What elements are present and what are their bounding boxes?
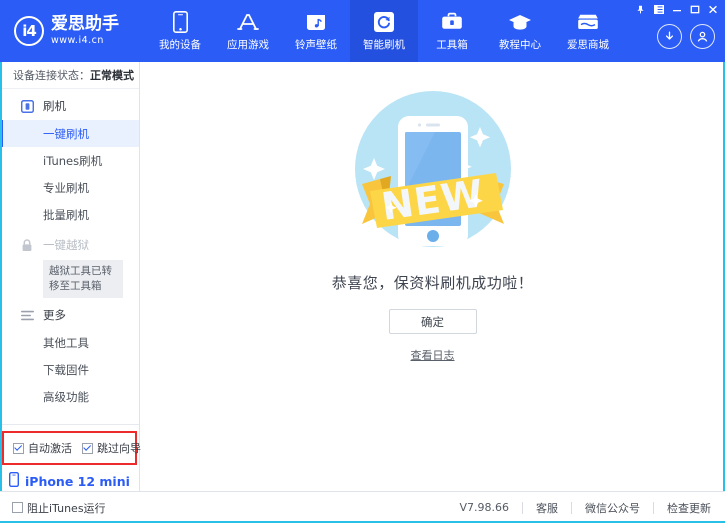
toolbox-icon — [441, 10, 463, 34]
checkbox-box — [82, 443, 93, 454]
checkbox-label: 跳过向导 — [97, 440, 141, 456]
nav-tab-smart-flash[interactable]: 智能刷机 — [350, 0, 418, 62]
check-update-link[interactable]: 检查更新 — [667, 500, 711, 516]
user-circle-icon[interactable] — [690, 24, 715, 49]
checkbox-label: 阻止iTunes运行 — [27, 500, 106, 516]
nav-tab-label: 应用游戏 — [227, 37, 269, 52]
brand-url: www.i4.cn — [51, 36, 119, 46]
sidebar-item-label: 一键刷机 — [43, 126, 89, 142]
sidebar-group-flash: 刷机 — [0, 92, 139, 120]
flash-device-icon — [20, 99, 34, 113]
sidebar-divider — [0, 424, 139, 425]
nav-tab-tutorial-center[interactable]: 教程中心 — [486, 0, 554, 62]
device-name-row: iPhone 12 mini — [9, 472, 139, 491]
app-header: i4 爱思助手 www.i4.cn 我的设备 应用游戏 — [0, 0, 725, 62]
window-controls — [632, 2, 721, 16]
lock-icon — [20, 238, 34, 252]
sidebar-item-label: iTunes刷机 — [43, 153, 102, 169]
nav-tab-my-device[interactable]: 我的设备 — [146, 0, 214, 62]
brand-text: 爱思助手 www.i4.cn — [51, 16, 119, 46]
checkbox-box — [13, 443, 24, 454]
nav-tab-shop[interactable]: 爱思商城 — [554, 0, 622, 62]
status-bar: 阻止iTunes运行 V7.98.66 客服 微信公众号 检查更新 — [0, 491, 725, 523]
connection-status-label: 设备连接状态： — [13, 67, 90, 83]
sidebar-item-label: 批量刷机 — [43, 207, 89, 223]
sidebar-item-download-firmware[interactable]: 下载固件 — [0, 356, 139, 383]
menu-list-icon[interactable] — [650, 2, 667, 16]
divider — [571, 502, 572, 514]
sidebar-item-batch-flash[interactable]: 批量刷机 — [0, 201, 139, 228]
view-log-link[interactable]: 查看日志 — [411, 347, 455, 363]
status-bar-right: V7.98.66 客服 微信公众号 检查更新 — [459, 500, 725, 516]
sidebar-group-label: 更多 — [43, 307, 66, 323]
nav-tab-label: 教程中心 — [499, 37, 541, 52]
sidebar-item-advanced-features[interactable]: 高级功能 — [0, 383, 139, 410]
shop-icon — [576, 10, 600, 34]
nav-tab-label: 铃声壁纸 — [295, 37, 337, 52]
music-box-icon — [306, 10, 326, 34]
status-bar-left: 阻止iTunes运行 — [0, 500, 106, 516]
main-content: NEW 恭喜您，保资料刷机成功啦！ 确定 查看日志 — [140, 62, 725, 491]
phone-icon — [173, 10, 188, 34]
sidebar-item-one-key-flash[interactable]: 一键刷机 — [0, 120, 139, 147]
i4-logo-icon: i4 — [14, 16, 44, 46]
left-accent-bar — [0, 62, 2, 491]
brand-name: 爱思助手 — [51, 16, 119, 33]
connection-status-value: 正常模式 — [90, 67, 134, 83]
sidebar-group-more: 更多 — [0, 301, 139, 329]
sidebar-item-label: 下载固件 — [43, 362, 89, 378]
sidebar-group-jailbreak: 一键越狱 — [0, 231, 139, 259]
phone-small-icon — [9, 472, 19, 491]
sidebar-item-label: 高级功能 — [43, 389, 89, 405]
nav-tab-apps-games[interactable]: 应用游戏 — [214, 0, 282, 62]
flash-options-group: 自动激活 跳过向导 — [2, 431, 137, 465]
nav-tab-label: 爱思商城 — [567, 37, 609, 52]
maximize-icon[interactable] — [686, 2, 703, 16]
brand-logo-area: i4 爱思助手 www.i4.cn — [0, 0, 140, 62]
logo-text: i4 — [22, 22, 36, 40]
new-phone-badge-illustration: NEW — [344, 80, 522, 258]
nav-tab-label: 智能刷机 — [363, 37, 405, 52]
sidebar-item-label: 专业刷机 — [43, 180, 89, 196]
checkbox-block-itunes[interactable]: 阻止iTunes运行 — [12, 500, 106, 516]
customer-service-link[interactable]: 客服 — [536, 500, 558, 516]
sidebar-group-label: 一键越狱 — [43, 237, 89, 253]
nav-tab-label: 工具箱 — [436, 37, 468, 52]
pin-icon[interactable] — [632, 2, 649, 16]
nav-tab-toolbox[interactable]: 工具箱 — [418, 0, 486, 62]
header-actions — [657, 24, 715, 49]
wechat-official-link[interactable]: 微信公众号 — [585, 500, 640, 516]
jailbreak-tooltip: 越狱工具已转移至工具箱 — [43, 260, 123, 298]
divider — [522, 502, 523, 514]
sidebar-item-pro-flash[interactable]: 专业刷机 — [0, 174, 139, 201]
divider — [653, 502, 654, 514]
refresh-icon — [374, 10, 394, 34]
download-circle-icon[interactable] — [657, 24, 682, 49]
nav-tab-ringtones-wallpaper[interactable]: 铃声壁纸 — [282, 0, 350, 62]
sidebar-item-label: 其他工具 — [43, 335, 89, 351]
minimize-icon[interactable] — [668, 2, 685, 16]
confirm-button[interactable]: 确定 — [389, 309, 477, 334]
connection-status: 设备连接状态：正常模式 — [0, 62, 139, 89]
nav-tab-label: 我的设备 — [159, 37, 201, 52]
close-icon[interactable] — [704, 2, 721, 16]
sidebar-item-itunes-flash[interactable]: iTunes刷机 — [0, 147, 139, 174]
app-body: 设备连接状态：正常模式 刷机 一键刷机 iTunes刷机 专业刷机 批量刷机 — [0, 62, 725, 491]
checkbox-skip-wizard[interactable]: 跳过向导 — [82, 440, 141, 456]
i4-assistant-window: i4 爱思助手 www.i4.cn 我的设备 应用游戏 — [0, 0, 725, 523]
list-icon — [20, 308, 34, 322]
appstore-icon — [236, 10, 260, 34]
app-version: V7.98.66 — [459, 501, 509, 514]
checkbox-box — [12, 502, 23, 513]
sidebar-item-other-tools[interactable]: 其他工具 — [0, 329, 139, 356]
sidebar-group-label: 刷机 — [43, 98, 66, 114]
checkbox-label: 自动激活 — [28, 440, 72, 456]
main-navigation: 我的设备 应用游戏 铃声壁纸 智能刷机 — [146, 0, 622, 62]
graduation-cap-icon — [508, 10, 532, 34]
checkbox-auto-activate[interactable]: 自动激活 — [13, 440, 72, 456]
success-message: 恭喜您，保资料刷机成功啦！ — [332, 272, 534, 293]
sidebar: 设备连接状态：正常模式 刷机 一键刷机 iTunes刷机 专业刷机 批量刷机 — [0, 62, 140, 491]
device-name: iPhone 12 mini — [25, 474, 130, 489]
